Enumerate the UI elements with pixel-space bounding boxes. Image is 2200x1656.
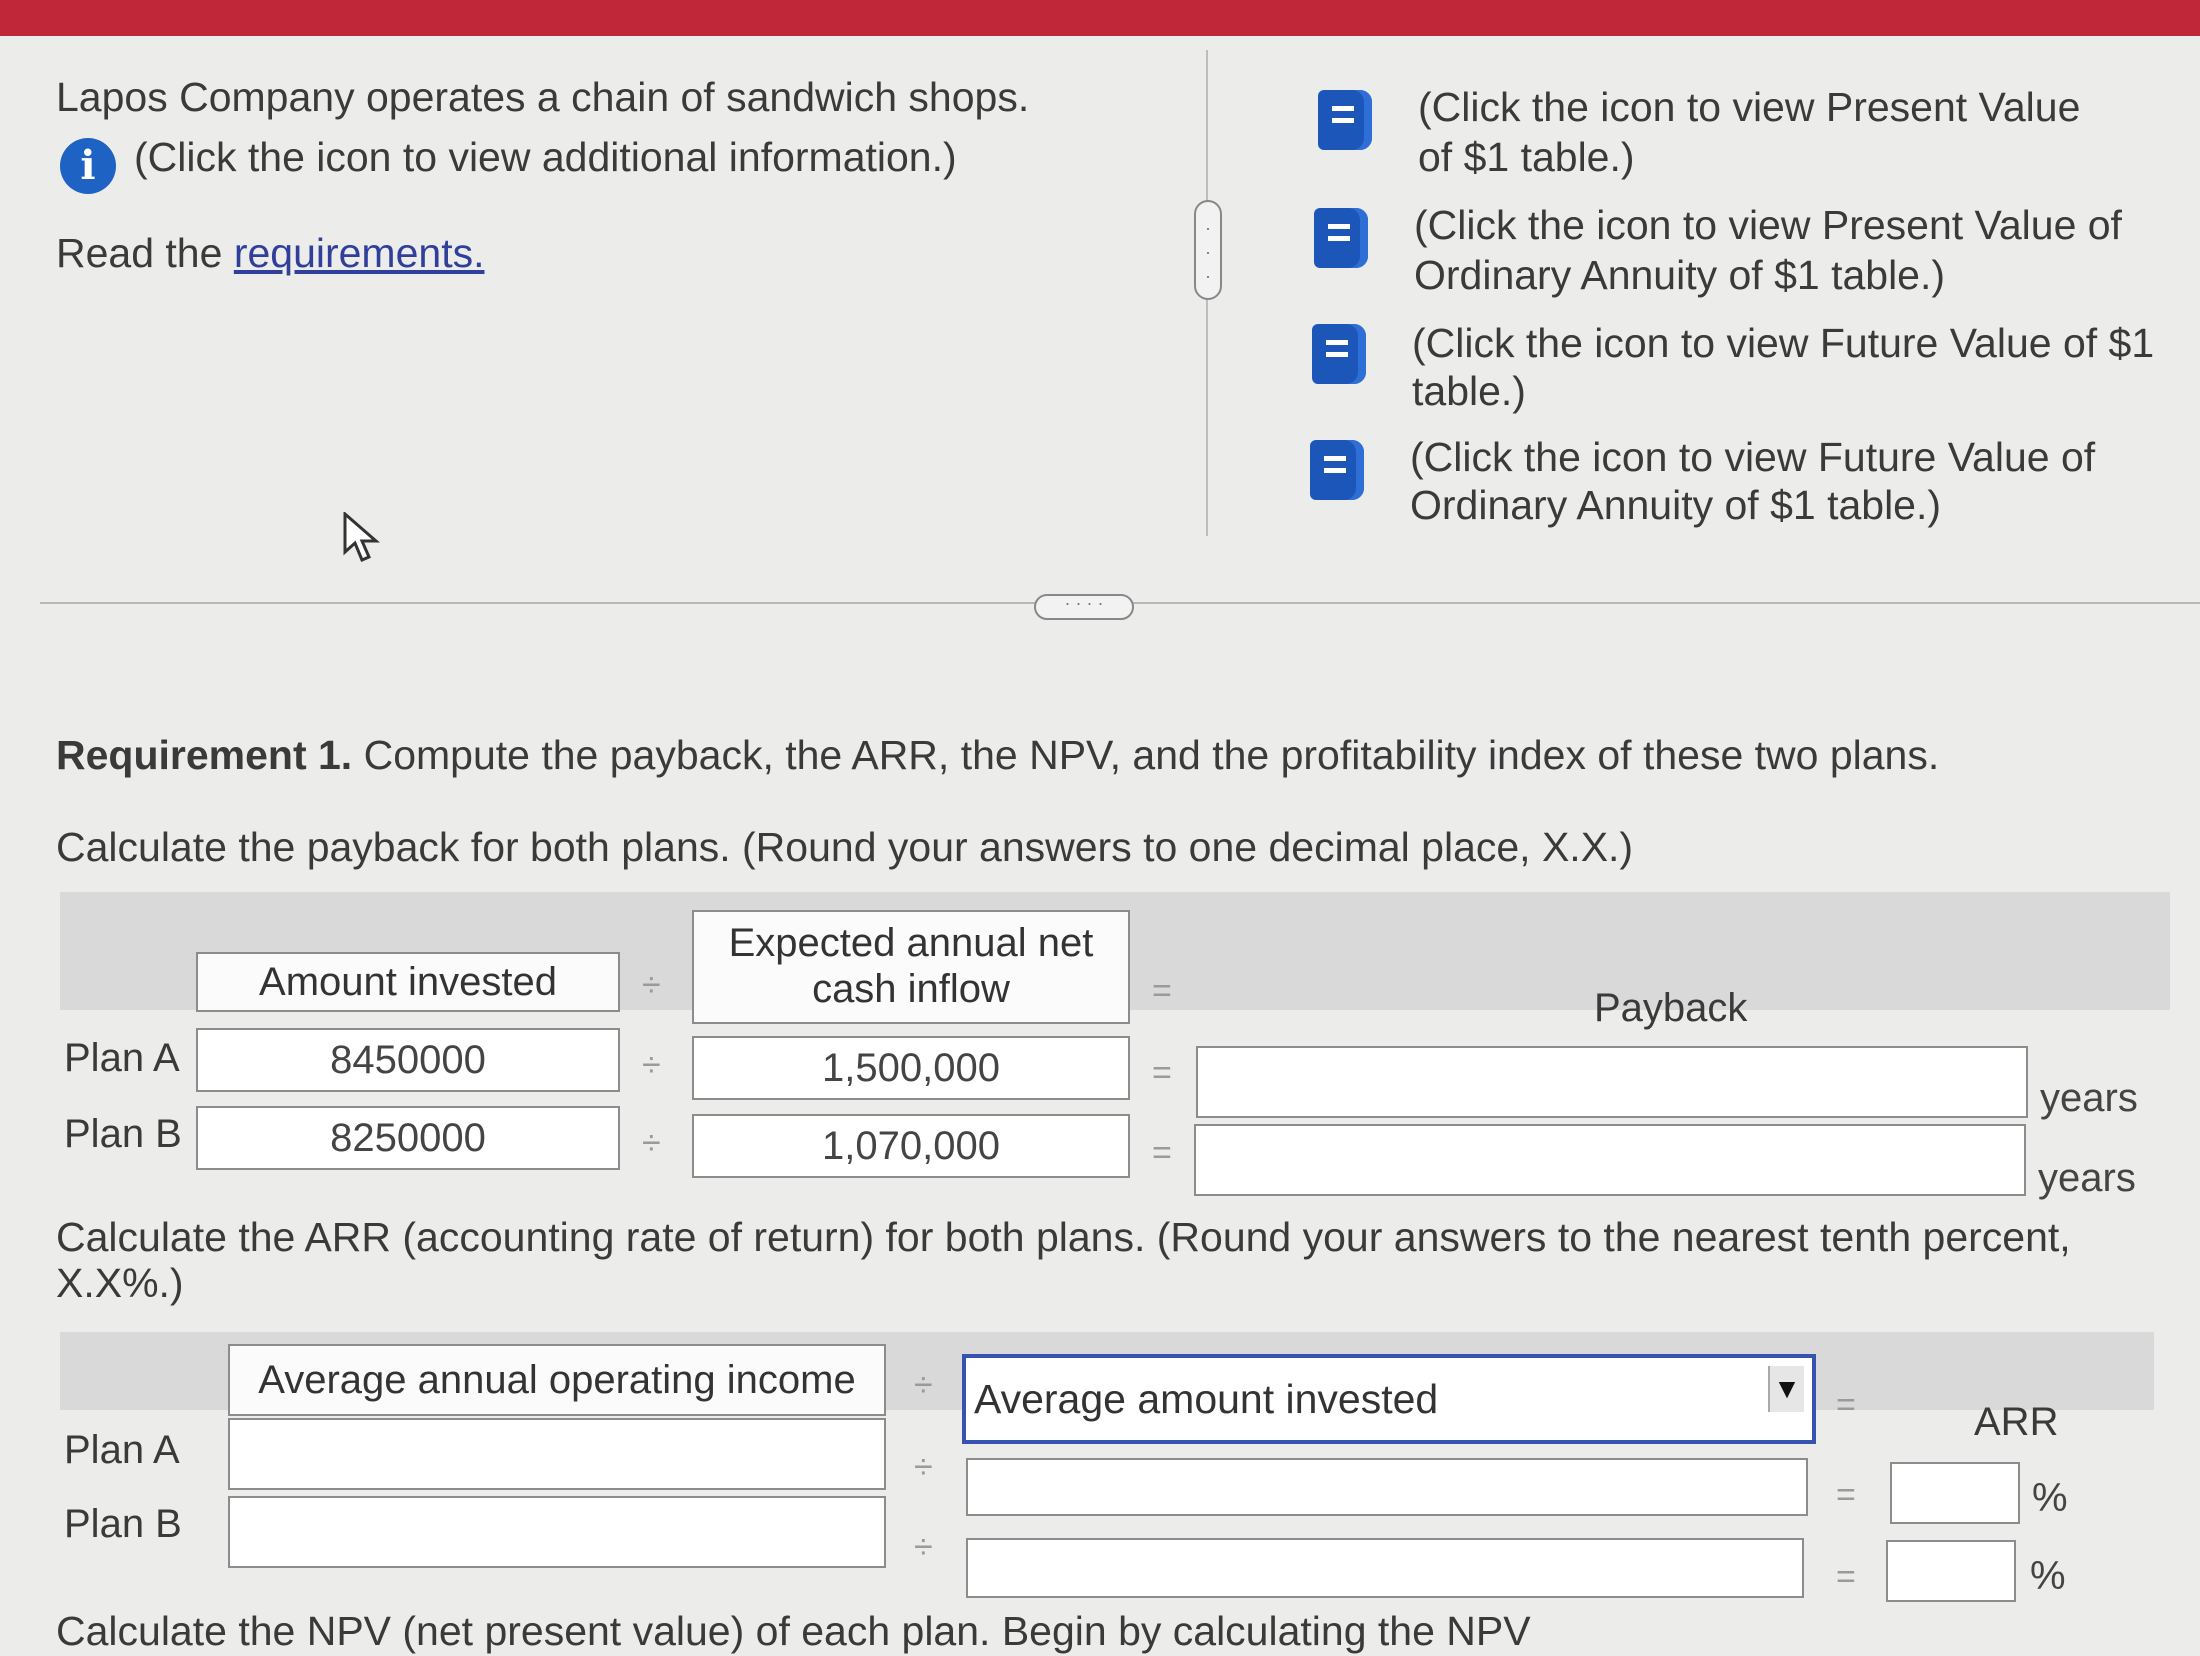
fv-table-link-line1[interactable]: (Click the icon to view Future Value of … [1412,318,2154,368]
equals-symbol: = [1836,1558,1856,1596]
fv-annuity-link-line1[interactable]: (Click the icon to view Future Value of [1410,432,2095,482]
requirements-link[interactable]: requirements. [234,230,485,276]
amount-invested-header: Amount invested [196,952,620,1012]
divide-symbol: ÷ [642,1046,661,1084]
fv-table-link-line2[interactable]: table.) [1412,366,1526,416]
plan-b-arr-input[interactable] [1886,1540,2016,1602]
additional-info-link[interactable]: (Click the icon to view additional infor… [134,132,957,182]
plan-a-operating-income-input[interactable] [228,1418,886,1490]
requirement-text: Compute the payback, the ARR, the NPV, a… [352,732,1940,778]
book-icon[interactable] [1314,208,1368,268]
read-prefix: Read the [56,230,223,276]
company-description: Lapos Company operates a chain of sandwi… [56,74,1030,120]
payback-instruction: Calculate the payback for both plans. (R… [56,824,1634,870]
requirement-heading: Requirement 1. Compute the payback, the … [56,730,1939,780]
dropdown-selected-value: Average amount invested [974,1375,1439,1422]
plan-a-arr-input[interactable] [1890,1462,2020,1524]
plan-a-annual-inflow[interactable]: 1,500,000 [692,1036,1130,1100]
arr-plan-b-label: Plan B [64,1502,182,1546]
plan-a-label: Plan A [64,1036,180,1080]
equals-symbol: = [1152,1134,1172,1172]
npv-instruction-cutoff: Calculate the NPV (net present value) of… [56,1608,1531,1654]
plan-a-amount-invested[interactable]: 8450000 [196,1028,620,1092]
expected-inflow-header-line1: Expected annual net [728,921,1094,965]
divide-symbol: ÷ [914,1448,933,1486]
payback-header: Payback [1594,986,1748,1030]
plan-b-operating-income-input[interactable] [228,1496,886,1568]
arr-instruction-line1: Calculate the ARR (accounting rate of re… [56,1214,2071,1260]
plan-a-amount-invested-input[interactable] [966,1458,1808,1516]
book-icon[interactable] [1318,90,1372,150]
requirement-label: Requirement 1. [56,732,353,778]
pv-table-link-line2[interactable]: of $1 table.) [1418,132,1635,182]
book-icon[interactable] [1312,324,1366,384]
equals-symbol: = [1836,1476,1856,1514]
pv-annuity-link-line1[interactable]: (Click the icon to view Present Value of [1414,200,2122,250]
divide-symbol: ÷ [914,1528,933,1566]
plan-b-annual-inflow[interactable]: 1,070,000 [692,1114,1130,1178]
plan-b-years-unit: years [2038,1156,2136,1200]
mouse-cursor-icon [343,512,381,562]
plan-b-amount-invested[interactable]: 8250000 [196,1106,620,1170]
plan-a-percent-unit: % [2032,1476,2068,1520]
fv-annuity-link-line2[interactable]: Ordinary Annuity of $1 table.) [1410,480,1941,530]
plan-b-label: Plan B [64,1112,182,1156]
vertical-resize-handle[interactable]: · · · [1194,200,1222,300]
avg-amount-invested-dropdown[interactable]: Average amount invested ▼ [962,1354,1816,1444]
divide-symbol: ÷ [642,1124,661,1162]
horizontal-resize-handle[interactable]: · · · · [1034,594,1134,620]
arr-instruction-line2: X.X%.) [56,1260,184,1306]
pv-table-link-line1[interactable]: (Click the icon to view Present Value [1418,82,2080,132]
expected-inflow-header: Expected annual net cash inflow [692,910,1130,1024]
book-icon[interactable] [1310,440,1364,500]
expected-inflow-header-line2: cash inflow [812,967,1010,1011]
divide-symbol: ÷ [642,966,661,1004]
plan-a-payback-input[interactable] [1196,1046,2028,1118]
equals-symbol: = [1152,1054,1172,1092]
top-banner [0,0,2200,36]
arr-plan-a-label: Plan A [64,1428,180,1472]
pv-annuity-link-line2[interactable]: Ordinary Annuity of $1 table.) [1414,250,1945,300]
arr-header: ARR [1974,1400,2059,1444]
dropdown-arrow-icon[interactable]: ▼ [1768,1366,1804,1412]
info-icon[interactable]: i [60,138,116,194]
divide-symbol: ÷ [914,1366,933,1404]
plan-b-percent-unit: % [2030,1554,2066,1598]
plan-b-amount-invested-input[interactable] [966,1538,1804,1598]
equals-symbol: = [1152,972,1172,1010]
avg-operating-income-header: Average annual operating income [228,1344,886,1416]
equals-symbol: = [1836,1386,1856,1424]
plan-a-years-unit: years [2040,1076,2138,1120]
read-requirements: Read the requirements. [56,228,484,278]
plan-b-payback-input[interactable] [1194,1124,2026,1196]
